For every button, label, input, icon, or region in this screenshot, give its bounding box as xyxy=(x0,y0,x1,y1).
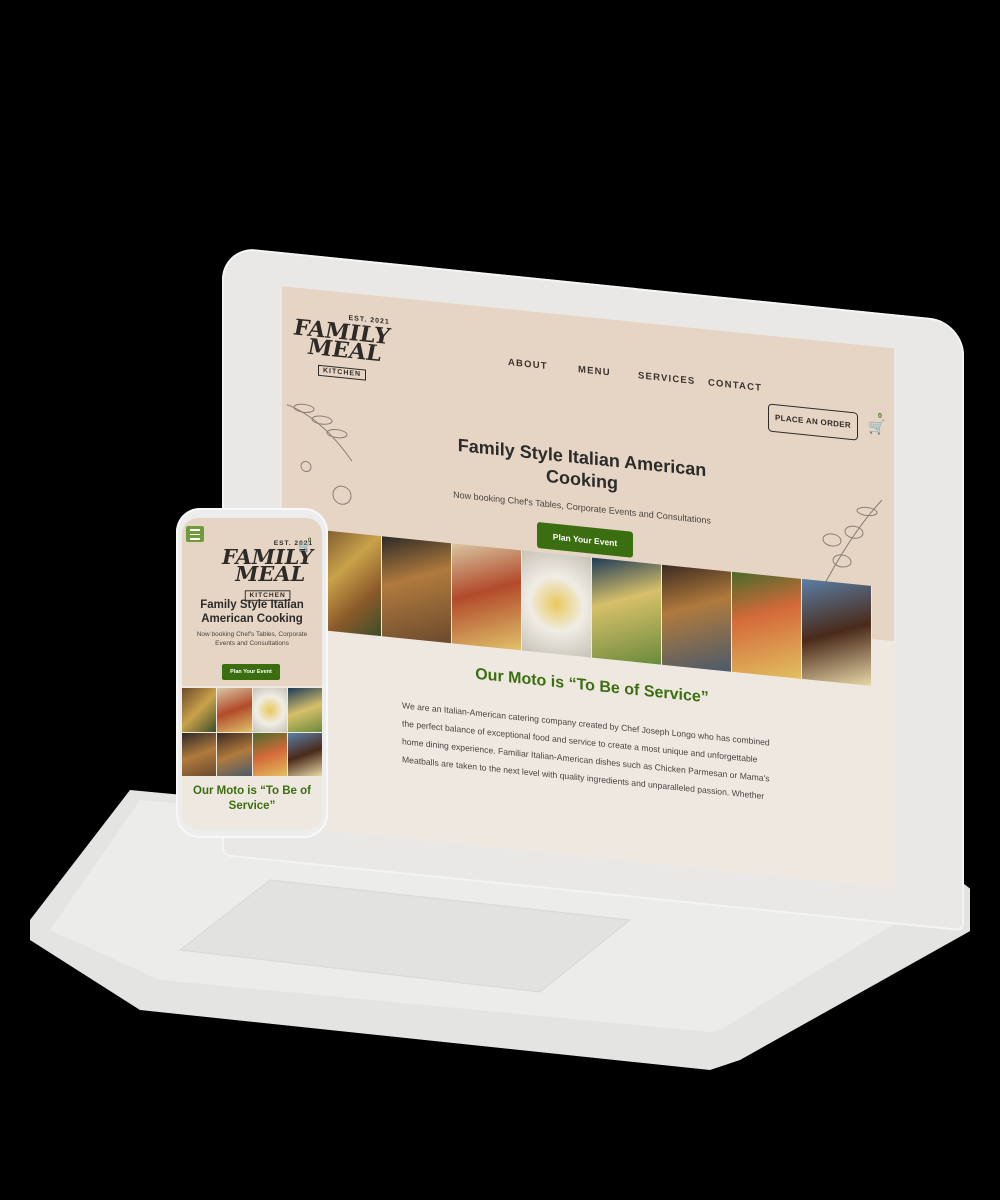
phone-plan-your-event-button[interactable]: Plan Your Event xyxy=(222,664,280,680)
food-photo xyxy=(252,688,287,732)
moto-heading: Our Moto is “To Be of Service” xyxy=(475,665,709,707)
phone-device: EST. 2021 FAMILY MEAL KITCHEN 🛒 0 Family… xyxy=(176,508,328,838)
site-logo[interactable]: EST. 2021 FAMILY MEAL KITCHEN xyxy=(294,309,390,383)
food-photo xyxy=(802,578,872,687)
food-photo xyxy=(287,688,322,732)
food-photo xyxy=(592,557,662,665)
logo-word-meal: MEAL xyxy=(308,333,382,368)
nav-about[interactable]: ABOUT xyxy=(508,357,548,372)
phone-moto-heading: Our Moto is “To Be of Service” xyxy=(193,785,311,812)
phone-cart-count: 0 xyxy=(308,538,312,544)
food-photo xyxy=(182,688,217,732)
laptop-lid: EST. 2021 FAMILY MEAL KITCHEN ABOUT MENU… xyxy=(222,246,964,932)
phone-food-gallery xyxy=(182,688,322,776)
hamburger-menu-icon[interactable] xyxy=(186,526,204,542)
nav-menu[interactable]: MENU xyxy=(578,364,611,378)
food-photo xyxy=(217,688,252,732)
cart-count: 0 xyxy=(878,412,882,421)
nav-contact[interactable]: CONTACT xyxy=(708,377,762,393)
intro-paragraph: We are an Italian-American catering comp… xyxy=(402,700,770,802)
logo-word-kitchen: KITCHEN xyxy=(318,364,367,381)
food-photo xyxy=(662,564,732,672)
food-photo xyxy=(382,536,452,644)
food-photo xyxy=(522,550,592,658)
phone-screen: EST. 2021 FAMILY MEAL KITCHEN 🛒 0 Family… xyxy=(182,518,322,830)
food-photo xyxy=(287,732,322,776)
phone-hero-title: Family Style Italian American Cooking xyxy=(200,599,304,625)
food-photo xyxy=(182,732,217,776)
cart-icon[interactable]: 🛒 xyxy=(868,418,885,437)
laptop-screen: EST. 2021 FAMILY MEAL KITCHEN ABOUT MENU… xyxy=(282,286,894,889)
plan-your-event-button[interactable]: Plan Your Event xyxy=(537,521,633,558)
nav-services[interactable]: SERVICES xyxy=(638,370,695,387)
phone-hero-subtitle: Now booking Chef's Tables, Corporate Eve… xyxy=(196,631,308,647)
food-photo xyxy=(452,543,522,651)
food-photo xyxy=(252,732,287,776)
logo-word-meal: MEAL xyxy=(235,561,306,587)
device-mockup: EST. 2021 FAMILY MEAL KITCHEN ABOUT MENU… xyxy=(0,0,1000,1200)
food-photo xyxy=(217,732,252,776)
olive-branch-illustration-left xyxy=(286,403,353,505)
food-photo xyxy=(732,571,802,679)
place-order-button[interactable]: PLACE AN ORDER xyxy=(768,403,858,441)
phone-hero: EST. 2021 FAMILY MEAL KITCHEN 🛒 0 Family… xyxy=(182,518,322,686)
